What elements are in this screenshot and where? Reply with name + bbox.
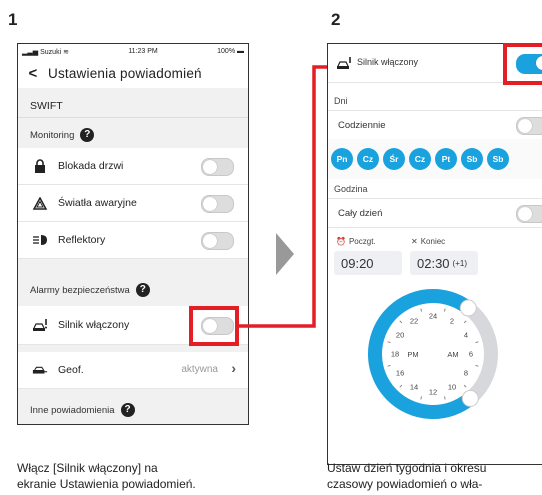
day-button[interactable]: Pn [331,148,353,170]
day-button[interactable]: Pt [435,148,457,170]
start-handle[interactable] [461,389,479,407]
hour-label: Godzina [334,184,368,194]
pm-label: PM [407,350,418,359]
daily-toggle[interactable] [516,117,542,135]
caption-left: Włącz [Silnik włączony] na ekranie Ustaw… [17,460,196,492]
daily-row[interactable]: Codziennie [328,110,542,140]
dial-hour-label: 12 [429,388,437,397]
alarm-icon: ⏰ [336,237,346,246]
car-engine-icon [336,56,352,75]
start-time-box[interactable]: 09:20 [334,251,402,275]
start-label: Poczgt. [348,237,376,246]
day-button[interactable]: Sb [487,148,509,170]
end-time-box[interactable]: 02:30 (+1) [410,251,478,275]
end-time-suffix: (+1) [452,258,467,268]
allday-label: Cały dzień [338,208,383,219]
next-step-arrow-icon [276,233,294,275]
end-label-group: ✕ Koniec [411,237,445,246]
end-time: 02:30 [417,255,450,271]
days-row: Pn Cz Śr Cz Pt Sb Sb [328,139,542,179]
day-button[interactable]: Cz [357,148,379,170]
day-button[interactable]: Cz [409,148,431,170]
alarm-off-icon: ✕ [411,237,418,246]
caption-line: ekranie Ustawienia powiadomień. [17,477,196,491]
start-time: 09:20 [341,255,374,271]
day-button[interactable]: Śr [383,148,405,170]
end-handle[interactable] [459,299,477,317]
dial-hour-label: 22 [410,317,418,326]
caption-line: czasowy powiadomień o wła- [327,477,483,491]
caption-line: Włącz [Silnik włączony] na [17,461,158,475]
start-label-group: ⏰ Poczgt. [336,237,376,246]
dial-hour-label: 10 [448,382,456,391]
caption-right: Ustaw dzień tygodnia i okresu czasowy po… [327,460,486,492]
phone-screen-2: Silnik włączony Dni Codziennie Pn Cz Śr … [327,43,542,465]
dial-hour-label: 20 [396,331,404,340]
dial-hour-label: 18 [391,350,399,359]
caption-line: Ustaw dzień tygodnia i okresu [327,461,487,475]
am-label: AM [447,350,458,359]
dial-hour-label: 2 [450,317,454,326]
dial-hour-label: 14 [410,382,418,391]
time-range-dial[interactable]: 2422 220 418 616 814 1012 PM AM [365,286,501,422]
dial-hour-label: 8 [464,369,468,378]
end-label: Koniec [420,237,446,246]
allday-toggle[interactable] [516,205,542,223]
days-label: Dni [334,96,348,106]
engine-label: Silnik włączony [357,57,419,67]
dial-hour-label: 4 [464,331,468,340]
dial-hour-label: 6 [469,350,473,359]
allday-row[interactable]: Cały dzień [328,198,542,228]
dial-hour-label: 24 [429,312,437,321]
highlight-box [503,43,542,85]
daily-label: Codziennie [338,120,386,131]
dial-hour-label: 16 [396,369,404,378]
day-button[interactable]: Sb [461,148,483,170]
